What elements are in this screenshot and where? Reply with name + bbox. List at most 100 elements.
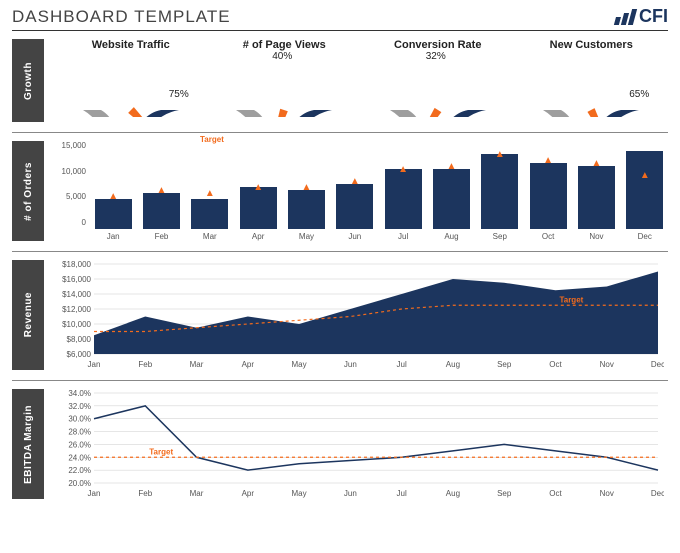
svg-text:$14,000: $14,000	[62, 290, 91, 299]
bar	[191, 199, 228, 229]
page-title: DASHBOARD TEMPLATE	[12, 7, 231, 27]
divider	[12, 380, 668, 381]
bar-col: ▲ Apr	[235, 187, 281, 241]
section-ebitda: EBITDA Margin 34.0%32.0%30.0%28.0%26.0%2…	[12, 389, 668, 499]
gauge-title: Conversion Rate	[368, 39, 508, 51]
brand-logo: CFI	[616, 6, 668, 27]
bar-col: ▲ Sep	[477, 154, 523, 241]
xtick: Apr	[252, 232, 264, 241]
section-label-ebitda: EBITDA Margin	[12, 389, 44, 499]
svg-text:Target: Target	[149, 447, 173, 456]
gauge-value: 40%	[272, 51, 292, 62]
bar-col: ▲ Jan	[90, 199, 136, 241]
bar	[578, 166, 615, 229]
svg-text:Feb: Feb	[138, 489, 152, 498]
svg-text:$12,000: $12,000	[62, 305, 91, 314]
target-marker-icon: ▲	[591, 161, 601, 167]
target-marker-icon: ▲	[205, 191, 215, 197]
gauge-value: 32%	[426, 51, 446, 62]
legend-target: Target	[200, 135, 224, 144]
xtick: Sep	[493, 232, 507, 241]
bar	[433, 169, 470, 229]
bar-col: ▲ May	[283, 190, 329, 241]
ebitda-chart: 34.0%32.0%30.0%28.0%26.0%24.0%22.0%20.0%…	[54, 389, 664, 499]
xtick: Jun	[348, 232, 361, 241]
svg-text:Sep: Sep	[497, 360, 512, 369]
svg-text:Jan: Jan	[88, 360, 101, 369]
revenue-chart: $18,000$16,000$14,000$12,000$10,000$8,00…	[54, 260, 664, 370]
gauge-1: # of Page Views 40%	[214, 39, 354, 122]
gauge-0: Website Traffic 75%	[61, 39, 201, 122]
target-marker-icon: ▲	[157, 188, 167, 194]
bar-col: ▲ Dec	[622, 151, 668, 241]
svg-text:Oct: Oct	[549, 489, 562, 498]
target-marker-icon: ▲	[302, 185, 312, 191]
section-label-orders: # of Orders	[12, 141, 44, 241]
bar	[530, 163, 567, 229]
svg-text:$10,000: $10,000	[62, 320, 91, 329]
bar-col: ▲ Mar	[187, 199, 233, 241]
xtick: Aug	[444, 232, 458, 241]
ytick: 10,000	[54, 167, 86, 176]
bar	[626, 151, 663, 229]
gauge-value: 65%	[629, 89, 649, 100]
bar-col: ▲ Aug	[428, 169, 474, 241]
ytick: 0	[54, 218, 86, 227]
svg-text:Oct: Oct	[549, 360, 562, 369]
bar-col: ▲ Jul	[380, 169, 426, 241]
gauge-title: Website Traffic	[61, 39, 201, 51]
bar	[288, 190, 325, 229]
svg-text:30.0%: 30.0%	[68, 415, 91, 424]
svg-text:Aug: Aug	[446, 489, 460, 498]
svg-text:Nov: Nov	[600, 360, 614, 369]
svg-text:22.0%: 22.0%	[68, 466, 91, 475]
svg-text:Jul: Jul	[397, 360, 407, 369]
gauge-value: 75%	[169, 89, 189, 100]
ytick: 15,000	[54, 141, 86, 150]
svg-text:26.0%: 26.0%	[68, 440, 91, 449]
section-growth: Growth Website Traffic 75% # of Page Vie…	[12, 39, 668, 122]
svg-text:May: May	[292, 360, 307, 369]
bar	[481, 154, 518, 229]
svg-text:Dec: Dec	[651, 360, 664, 369]
svg-text:24.0%: 24.0%	[68, 453, 91, 462]
xtick: Jan	[107, 232, 120, 241]
gauge-3: New Customers 65%	[521, 39, 661, 122]
svg-text:Jun: Jun	[344, 360, 357, 369]
svg-text:Aug: Aug	[446, 360, 460, 369]
section-revenue: Revenue $18,000$16,000$14,000$12,000$10,…	[12, 260, 668, 370]
svg-text:Mar: Mar	[190, 360, 204, 369]
xtick: May	[299, 232, 314, 241]
xtick: Jul	[398, 232, 408, 241]
svg-text:Sep: Sep	[497, 489, 512, 498]
svg-text:34.0%: 34.0%	[68, 389, 91, 398]
svg-text:Feb: Feb	[138, 360, 152, 369]
svg-text:Nov: Nov	[600, 489, 614, 498]
xtick: Oct	[542, 232, 554, 241]
target-marker-icon: ▲	[543, 158, 553, 164]
svg-text:28.0%: 28.0%	[68, 428, 91, 437]
section-label-revenue: Revenue	[12, 260, 44, 370]
svg-text:Jul: Jul	[397, 489, 407, 498]
target-marker-icon: ▲	[495, 152, 505, 158]
section-orders: # of Orders 15,00010,0005,0000 Target ▲ …	[12, 141, 668, 241]
svg-text:May: May	[292, 489, 307, 498]
svg-text:Jun: Jun	[344, 489, 357, 498]
bar	[385, 169, 422, 229]
bar-col: ▲ Feb	[138, 193, 184, 241]
target-marker-icon: ▲	[640, 173, 650, 179]
xtick: Dec	[638, 232, 652, 241]
bar	[336, 184, 373, 229]
target-marker-icon: ▲	[447, 164, 457, 170]
svg-text:Apr: Apr	[242, 360, 255, 369]
gauge-title: New Customers	[521, 39, 661, 51]
svg-text:$16,000: $16,000	[62, 275, 91, 284]
bar-col: ▲ Nov	[573, 166, 619, 241]
svg-text:Apr: Apr	[242, 489, 255, 498]
logo-text: CFI	[639, 6, 668, 27]
gauge-2: Conversion Rate 32%	[368, 39, 508, 122]
bar	[143, 193, 180, 229]
section-label-growth: Growth	[12, 39, 44, 122]
target-marker-icon: ▲	[350, 179, 360, 185]
logo-bars-icon	[614, 9, 637, 25]
